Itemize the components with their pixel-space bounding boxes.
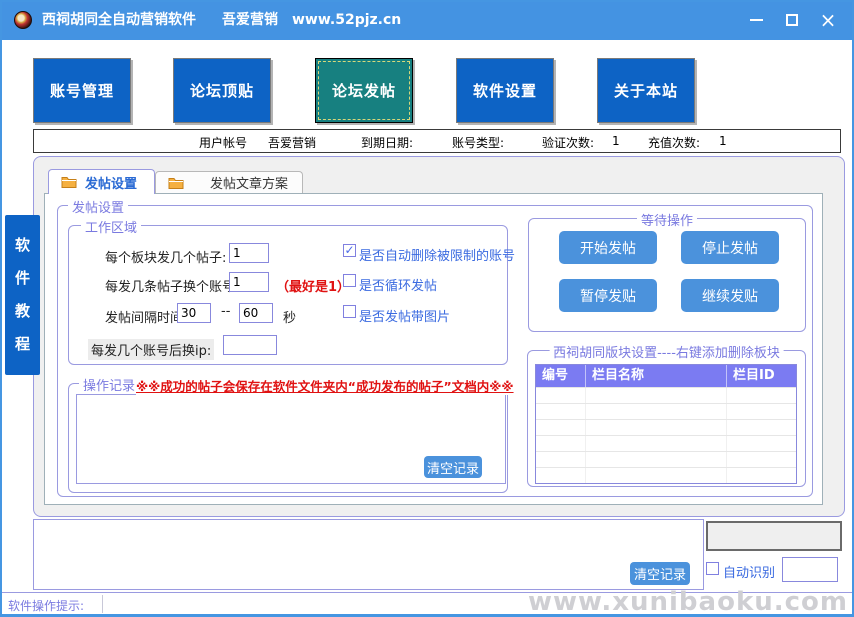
interval-label: 发帖间隔时间: — [105, 307, 187, 326]
ip-change-label: 每发几个账号后换ip: — [88, 339, 214, 360]
table-row[interactable] — [536, 419, 796, 435]
table-row[interactable] — [536, 435, 796, 451]
saved-posts-note: ※※成功的帖子会保存在软件文件夹内“成功发布的帖子”文档内※※ — [136, 376, 514, 395]
table-row[interactable] — [536, 403, 796, 419]
posts-per-account-label: 每发几条帖子换个账号 — [105, 276, 235, 295]
loop-posting-label[interactable]: 是否循环发帖 — [359, 275, 437, 294]
interval-max-input[interactable] — [239, 303, 273, 323]
board-table: 编号 栏目名称 栏目ID — [535, 364, 797, 484]
pause-posting-button[interactable]: 暂停发贴 — [559, 279, 657, 312]
table-row[interactable] — [536, 467, 796, 483]
nav-account-management-button[interactable]: 账号管理 — [33, 58, 131, 123]
stop-posting-button[interactable]: 停止发帖 — [681, 231, 779, 264]
posts-per-board-label: 每个板块发几个帖子: — [105, 247, 226, 266]
loop-posting-checkbox[interactable] — [343, 274, 356, 287]
status-divider — [102, 595, 103, 613]
interval-min-input[interactable] — [177, 303, 211, 323]
table-row[interactable] — [536, 387, 796, 403]
window-title-brand: 吾爱营销 — [222, 0, 278, 40]
maximize-icon — [786, 14, 798, 26]
minimize-button[interactable] — [748, 12, 764, 28]
column-header-number[interactable]: 编号 — [536, 365, 586, 387]
titlebar: 西祠胡同全自动营销软件 吾爱营销 www.52pjz.cn × — [0, 0, 854, 40]
account-info-bar: 用户帐号 吾爱营销 到期日期: 账号类型: 验证次数: 1 充值次数: 1 — [33, 129, 841, 153]
auto-detect-label[interactable]: 自动识别 — [723, 562, 775, 581]
minimize-icon — [750, 19, 763, 21]
recharge-count-value: 1 — [719, 134, 727, 148]
auto-detect-checkbox[interactable] — [706, 562, 719, 575]
recharge-count-label: 充值次数: — [648, 134, 700, 151]
captcha-image-box — [706, 521, 842, 551]
nav-software-settings-button[interactable]: 软件设置 — [456, 58, 554, 123]
tab-post-settings-label: 发帖设置 — [85, 173, 137, 192]
software-tutorial-button[interactable]: 软件教程 — [5, 215, 40, 375]
board-settings-group-label: 西祠胡同版块设置----右键添加删除板块 — [549, 342, 784, 361]
watermark-text: www.xunibaoku.com — [528, 587, 848, 617]
tab-post-settings[interactable]: 发帖设置 — [48, 169, 155, 194]
clear-record-button[interactable]: 清空记录 — [424, 456, 482, 478]
nav-forum-post-button[interactable]: 论坛发帖 — [315, 58, 413, 123]
best-is-one-note: （最好是1） — [276, 276, 350, 295]
status-tip-label: 软件操作提示: — [8, 597, 84, 614]
nav-about-site-button[interactable]: 关于本站 — [597, 58, 695, 123]
operation-record-group-label: 操作记录 — [79, 375, 139, 394]
posts-per-account-input[interactable] — [229, 272, 269, 292]
tab-article-plan[interactable]: 发帖文章方案 — [155, 171, 303, 193]
table-row[interactable] — [536, 451, 796, 467]
maximize-button[interactable] — [784, 12, 800, 28]
window-title-url: www.52pjz.cn — [292, 0, 401, 40]
auto-delete-restricted-label[interactable]: 是否自动删除被限制的账号 — [359, 245, 515, 264]
continue-posting-button[interactable]: 继续发贴 — [681, 279, 779, 312]
verify-count-value: 1 — [612, 134, 620, 148]
column-header-board-id[interactable]: 栏目ID — [727, 365, 796, 387]
verify-count-label: 验证次数: — [542, 134, 594, 151]
bottom-log-textarea[interactable] — [33, 519, 704, 590]
interval-unit-label: 秒 — [283, 307, 296, 326]
ip-change-input[interactable] — [223, 335, 277, 355]
captcha-code-input[interactable] — [782, 557, 838, 582]
interval-separator: -- — [221, 304, 230, 319]
tab-article-plan-label: 发帖文章方案 — [210, 173, 288, 192]
expire-date-label: 到期日期: — [361, 134, 413, 151]
auto-delete-restricted-checkbox[interactable]: ✓ — [343, 244, 356, 257]
user-account-value: 吾爱营销 — [268, 134, 316, 151]
post-settings-group-label: 发帖设置 — [68, 197, 128, 216]
start-posting-button[interactable]: 开始发帖 — [559, 231, 657, 264]
clear-log-button[interactable]: 清空记录 — [630, 562, 690, 585]
column-header-board-name[interactable]: 栏目名称 — [586, 365, 727, 387]
folder-icon — [61, 176, 77, 188]
board-table-header: 编号 栏目名称 栏目ID — [536, 365, 796, 387]
folder-icon — [168, 177, 184, 189]
work-area-group-label: 工作区域 — [81, 217, 141, 236]
waiting-operation-group-label: 等待操作 — [637, 210, 697, 229]
nav-forum-bump-button[interactable]: 论坛顶贴 — [173, 58, 271, 123]
window-controls: × — [748, 0, 836, 40]
close-button[interactable]: × — [820, 12, 836, 28]
post-with-image-checkbox[interactable] — [343, 305, 356, 318]
window-title: 西祠胡同全自动营销软件 — [42, 0, 196, 40]
app-window: 西祠胡同全自动营销软件 吾爱营销 www.52pjz.cn × 账号管理 论坛顶… — [0, 0, 854, 617]
account-type-label: 账号类型: — [452, 134, 504, 151]
posts-per-board-input[interactable] — [229, 243, 269, 263]
user-account-label: 用户帐号 — [199, 134, 247, 151]
app-logo-icon — [14, 11, 32, 29]
post-with-image-label[interactable]: 是否发帖带图片 — [359, 306, 450, 325]
